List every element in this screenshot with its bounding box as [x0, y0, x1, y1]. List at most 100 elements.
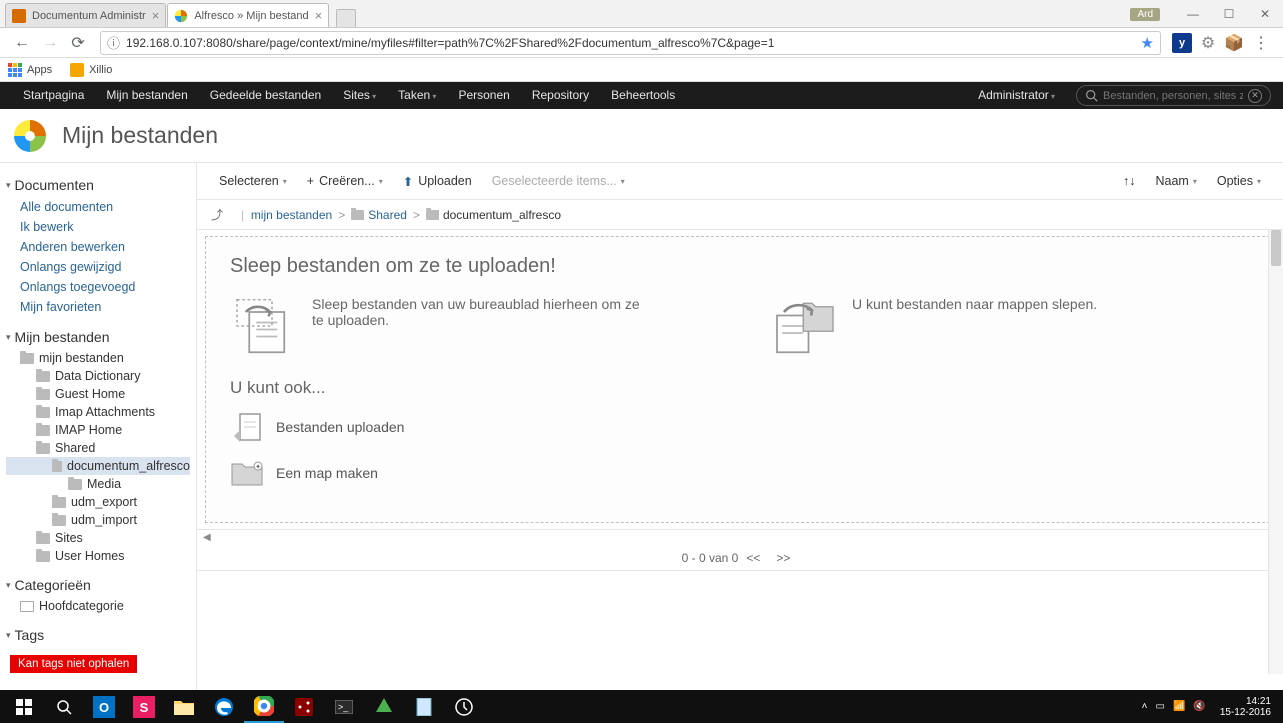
sidebar-link[interactable]: Alle documenten — [6, 197, 190, 217]
nav-taken[interactable]: Taken — [387, 82, 447, 110]
site-info-icon[interactable]: ⓘ — [107, 33, 120, 52]
tree-folder[interactable]: udm_import — [6, 511, 190, 529]
back-button[interactable]: ← — [10, 31, 34, 55]
sidebar-link[interactable]: Ik bewerk — [6, 217, 190, 237]
reload-button[interactable]: ⟳ — [66, 31, 90, 55]
tree-folder[interactable]: Shared — [6, 439, 190, 457]
chrome-user-badge[interactable]: Ard — [1130, 8, 1160, 21]
vertical-scrollbar[interactable] — [1268, 230, 1283, 674]
tree-folder[interactable]: Sites — [6, 529, 190, 547]
tree-folder[interactable]: udm_export — [6, 493, 190, 511]
breadcrumb-up-icon[interactable]: ⤴ — [211, 206, 223, 223]
task-terminal-icon[interactable]: >_ — [324, 690, 364, 723]
nav-gedeelde-bestanden[interactable]: Gedeelde bestanden — [199, 82, 332, 109]
sidebar-link[interactable]: Onlangs gewijzigd — [6, 257, 190, 277]
app-nav: Startpagina Mijn bestanden Gedeelde best… — [0, 82, 1283, 109]
extension-yammer-icon[interactable]: y — [1172, 33, 1192, 53]
task-app-icon[interactable]: S — [124, 690, 164, 723]
extension-icon[interactable]: 📦 — [1224, 33, 1244, 53]
breadcrumb-current: documentum_alfresco — [443, 208, 561, 222]
tray-chevron-icon[interactable]: ˄ — [1142, 701, 1148, 712]
new-tab-button[interactable] — [336, 9, 356, 27]
window-minimize-button[interactable]: — — [1175, 3, 1211, 25]
task-app-icon[interactable] — [284, 690, 324, 723]
task-edge-icon[interactable] — [204, 690, 244, 723]
browser-tab[interactable]: Documentum Administr × — [5, 3, 166, 27]
page-prev-button[interactable]: << — [746, 551, 760, 565]
extension-icon[interactable]: ⚙ — [1198, 33, 1218, 53]
task-chrome-icon[interactable] — [244, 690, 284, 723]
url-field[interactable]: ⓘ 192.168.0.107:8080/share/page/context/… — [100, 31, 1161, 55]
nav-sites[interactable]: Sites — [332, 82, 387, 110]
tree-folder[interactable]: IMAP Home — [6, 421, 190, 439]
tree-folder[interactable]: User Homes — [6, 547, 190, 565]
folder-icon — [68, 479, 82, 490]
tree-folder[interactable]: mijn bestanden — [6, 349, 190, 367]
start-button[interactable] — [4, 690, 44, 723]
page-next-button[interactable]: >> — [776, 551, 790, 565]
window-close-button[interactable]: ✕ — [1247, 3, 1283, 25]
task-notepad-icon[interactable] — [404, 690, 444, 723]
search-input[interactable] — [1103, 90, 1243, 102]
create-button[interactable]: +Creëren... — [297, 174, 393, 188]
nav-mijn-bestanden[interactable]: Mijn bestanden — [95, 82, 198, 109]
sort-name-button[interactable]: Naam — [1145, 174, 1206, 188]
select-button[interactable]: Selecteren — [209, 174, 297, 188]
bookmark-item[interactable]: Xillio — [70, 63, 112, 77]
browser-menu-button[interactable]: ⋮ — [1249, 31, 1273, 55]
bookmark-star-icon[interactable]: ★ — [1141, 34, 1154, 52]
task-explorer-icon[interactable] — [164, 690, 204, 723]
tray-network-icon[interactable]: 📶 — [1173, 701, 1185, 712]
tree-folder[interactable]: Guest Home — [6, 385, 190, 403]
task-app-icon[interactable] — [364, 690, 404, 723]
scrollbar-thumb[interactable] — [1271, 230, 1281, 266]
tray-volume-icon[interactable]: 🔇 — [1193, 701, 1205, 712]
options-button[interactable]: Opties — [1207, 174, 1271, 188]
tree-folder[interactable]: documentum_alfresco — [6, 457, 190, 475]
sidebar-link[interactable]: Onlangs toegevoegd — [6, 277, 190, 297]
nav-user-menu[interactable]: Administrator — [967, 82, 1066, 110]
forward-button[interactable]: → — [38, 31, 62, 55]
section-documenten[interactable]: Documenten — [6, 177, 190, 193]
task-app-icon[interactable] — [444, 690, 484, 723]
nav-beheertools[interactable]: Beheertools — [600, 82, 686, 109]
breadcrumb: ⤴ | mijn bestanden > Shared > documentum… — [197, 200, 1283, 230]
svg-text:O: O — [99, 700, 109, 715]
upload-button[interactable]: ⬆Uploaden — [393, 174, 482, 189]
browser-address-bar: ← → ⟳ ⓘ 192.168.0.107:8080/share/page/co… — [0, 28, 1283, 58]
task-search-button[interactable] — [44, 690, 84, 723]
browser-tab[interactable]: Alfresco » Mijn bestand × — [167, 3, 329, 27]
task-outlook-icon[interactable]: O — [84, 690, 124, 723]
section-mijn-bestanden[interactable]: Mijn bestanden — [6, 329, 190, 345]
tree-folder[interactable]: Imap Attachments — [6, 403, 190, 421]
upload-dropzone[interactable]: Sleep bestanden om ze te uploaden! Sleep… — [205, 236, 1275, 523]
nav-startpagina[interactable]: Startpagina — [12, 82, 95, 109]
upload-files-action[interactable]: Bestanden uploaden — [230, 410, 1250, 444]
document-toolbar: Selecteren +Creëren... ⬆Uploaden Geselec… — [197, 163, 1283, 200]
selected-items-button[interactable]: Geselecteerde items... — [482, 174, 635, 188]
horizontal-scrollbar[interactable]: ◀ ▶ — [197, 529, 1283, 545]
clock[interactable]: 14:21 15-12-2016 — [1220, 696, 1271, 718]
sort-direction-button[interactable]: ↑↓ — [1113, 174, 1146, 188]
window-maximize-button[interactable]: ☐ — [1211, 3, 1247, 25]
sidebar-link[interactable]: Anderen bewerken — [6, 237, 190, 257]
apps-button[interactable]: Apps — [8, 63, 52, 77]
section-categorieen[interactable]: Categorieën — [6, 577, 190, 593]
tab-close-icon[interactable]: × — [315, 8, 323, 23]
category-item[interactable]: Hoofdcategorie — [6, 597, 190, 615]
scroll-left-icon[interactable]: ◀ — [203, 532, 211, 543]
breadcrumb-item[interactable]: mijn bestanden — [251, 208, 332, 222]
nav-personen[interactable]: Personen — [447, 82, 520, 109]
tab-title: Documentum Administr — [32, 10, 146, 22]
tray-battery-icon[interactable]: ▭ — [1155, 701, 1164, 712]
tree-folder[interactable]: Data Dictionary — [6, 367, 190, 385]
section-tags[interactable]: Tags — [6, 627, 190, 643]
tab-close-icon[interactable]: × — [152, 8, 160, 23]
nav-repository[interactable]: Repository — [521, 82, 600, 109]
folder-icon — [351, 210, 364, 220]
search-clear-icon[interactable]: ✕ — [1248, 89, 1262, 103]
create-folder-action[interactable]: ✦ Een map maken — [230, 458, 1250, 488]
breadcrumb-item[interactable]: Shared — [368, 208, 407, 222]
tree-folder[interactable]: Media — [6, 475, 190, 493]
sidebar-link[interactable]: Mijn favorieten — [6, 297, 190, 317]
